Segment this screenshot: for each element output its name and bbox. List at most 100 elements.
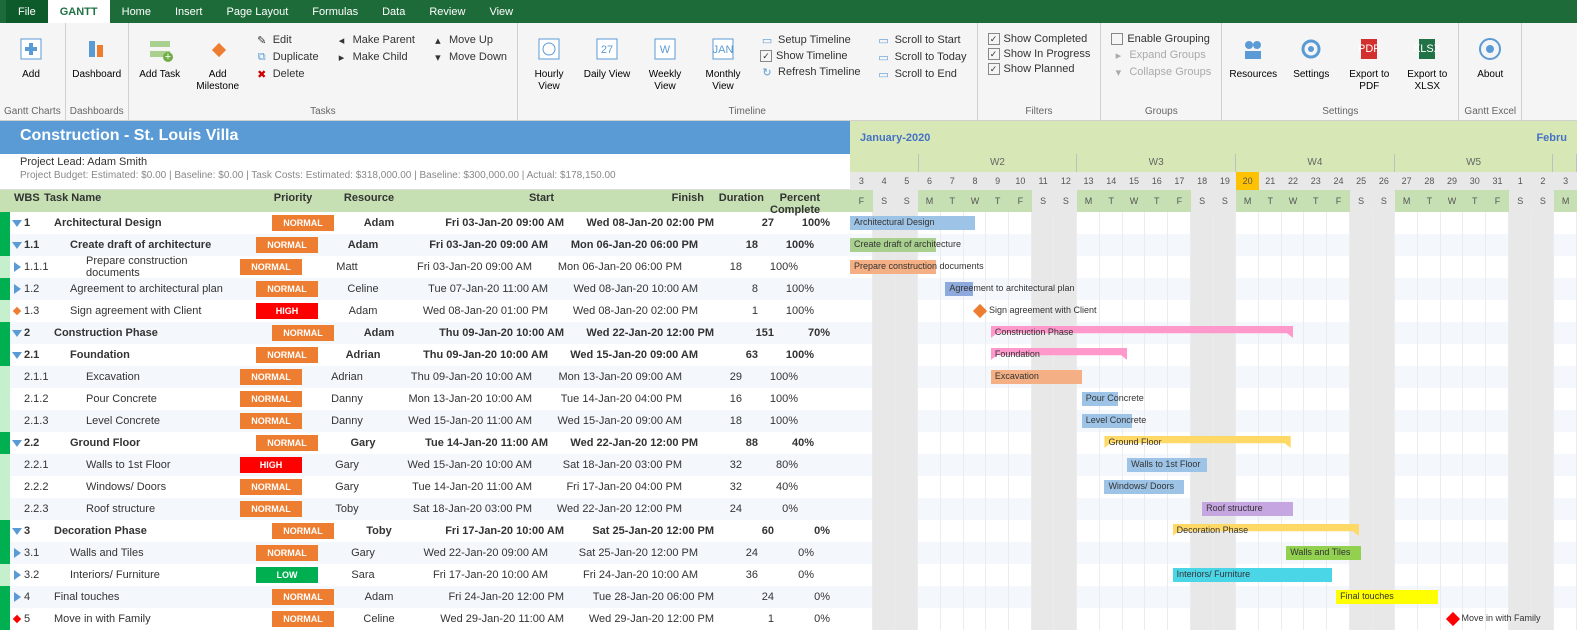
day-letter: W (1441, 190, 1464, 212)
project-lead: Project Lead: Adam Smith (20, 156, 830, 168)
hourly-view-button[interactable]: Hourly View (522, 29, 576, 97)
setup-timeline-button[interactable]: ▭Setup Timeline (760, 33, 861, 47)
show-planned-check[interactable]: Show Planned (988, 63, 1091, 75)
day-letter: F (1327, 190, 1350, 212)
refresh-timeline-button[interactable]: ↻Refresh Timeline (760, 65, 861, 79)
task-row[interactable]: 1Architectural DesignNORMALAdamFri 03-Ja… (0, 212, 1577, 234)
col-duration[interactable]: Duration (710, 192, 770, 204)
expand-icon[interactable] (10, 306, 24, 316)
day-num: 3 (1554, 172, 1577, 190)
day-num: 9 (986, 172, 1009, 190)
task-row[interactable]: 3Decoration PhaseNORMALTobyFri 17-Jan-20… (0, 520, 1577, 542)
add-task-button[interactable]: +Add Task (133, 29, 187, 85)
task-row[interactable]: 5Move in with FamilyNORMALCelineWed 29-J… (0, 608, 1577, 630)
weekly-view-button[interactable]: WWeekly View (638, 29, 692, 97)
task-row[interactable]: 2.1.3Level ConcreteNORMALDannyWed 15-Jan… (0, 410, 1577, 432)
tab-page-layout[interactable]: Page Layout (214, 0, 300, 23)
expand-icon[interactable] (10, 240, 24, 250)
tab-home[interactable]: Home (110, 0, 163, 23)
expand-icon[interactable] (10, 284, 24, 294)
task-row[interactable]: 1.2Agreement to architectural planNORMAL… (0, 278, 1577, 300)
day-num: 2 (1532, 172, 1555, 190)
priority-badge: NORMAL (272, 215, 334, 231)
tab-view[interactable]: View (477, 0, 525, 23)
day-letter: T (1304, 190, 1327, 212)
col-resource[interactable]: Resource (328, 192, 410, 204)
daily-view-button[interactable]: 27Daily View (580, 29, 634, 85)
tab-review[interactable]: Review (417, 0, 477, 23)
task-row[interactable]: 2.2.2Windows/ DoorsNORMALGaryTue 14-Jan-… (0, 476, 1577, 498)
expand-icon[interactable] (10, 328, 24, 338)
task-row[interactable]: 2.1.1ExcavationNORMALAdrianThu 09-Jan-20… (0, 366, 1577, 388)
expand-icon[interactable] (10, 548, 24, 558)
task-row[interactable]: 3.1Walls and TilesNORMALGaryWed 22-Jan-2… (0, 542, 1577, 564)
day-num: 18 (1191, 172, 1214, 190)
enable-grouping-check[interactable]: Enable Grouping (1111, 33, 1211, 45)
duplicate-button[interactable]: ⧉Duplicate (255, 50, 319, 64)
make-child-button[interactable]: ▸Make Child (335, 50, 415, 64)
add-button[interactable]: Add (4, 29, 58, 85)
resources-button[interactable]: Resources (1226, 29, 1280, 85)
col-wbs[interactable]: WBS (0, 192, 44, 204)
task-row[interactable]: 1.3Sign agreement with ClientHIGHAdamWed… (0, 300, 1577, 322)
tab-file[interactable]: File (6, 0, 48, 23)
col-priority[interactable]: Priority (258, 192, 328, 204)
expand-icon[interactable] (10, 262, 24, 272)
day-num: 30 (1463, 172, 1486, 190)
show-progress-check[interactable]: Show In Progress (988, 48, 1091, 60)
move-up-button[interactable]: ▴Move Up (431, 33, 507, 47)
col-start[interactable]: Start (410, 192, 560, 204)
expand-icon[interactable] (10, 438, 24, 448)
make-parent-button[interactable]: ◂Make Parent (335, 33, 415, 47)
task-row[interactable]: 2.2.1Walls to 1st FloorHIGHGaryWed 15-Ja… (0, 454, 1577, 476)
scroll-start-button[interactable]: ▭Scroll to Start (877, 33, 967, 47)
settings-button[interactable]: Settings (1284, 29, 1338, 85)
add-milestone-button[interactable]: Add Milestone (191, 29, 245, 97)
gantt-bar-label: Walls and Tiles (1290, 547, 1350, 557)
scroll-today-button[interactable]: ▭Scroll to Today (877, 50, 967, 64)
move-down-button[interactable]: ▾Move Down (431, 50, 507, 64)
task-row[interactable]: 1.1.1Prepare construction documentsNORMA… (0, 256, 1577, 278)
col-finish[interactable]: Finish (560, 192, 710, 204)
task-row[interactable]: 2.1.2Pour ConcreteNORMALDannyMon 13-Jan-… (0, 388, 1577, 410)
task-row[interactable]: 4Final touchesNORMALAdamFri 24-Jan-20 12… (0, 586, 1577, 608)
scroll-end-button[interactable]: ▭Scroll to End (877, 67, 967, 81)
svg-text:JAN: JAN (713, 44, 734, 56)
dashboard-button[interactable]: Dashboard (70, 29, 124, 85)
day-letter: F (850, 190, 873, 212)
about-button[interactable]: About (1463, 29, 1517, 85)
export-pdf-button[interactable]: PDFExport to PDF (1342, 29, 1396, 97)
day-letter: S (873, 190, 896, 212)
task-row[interactable]: 1.1Create draft of architectureNORMALAda… (0, 234, 1577, 256)
show-timeline-check[interactable]: Show Timeline (760, 50, 861, 62)
svg-text:W: W (660, 44, 671, 56)
task-row[interactable]: 2.2Ground FloorNORMALGaryTue 14-Jan-20 1… (0, 432, 1577, 454)
day-num: 29 (1441, 172, 1464, 190)
day-num: 7 (941, 172, 964, 190)
ribbon: Add Gantt Charts Dashboard Dashboards +A… (0, 23, 1577, 121)
show-completed-check[interactable]: Show Completed (988, 33, 1091, 45)
day-num: 11 (1032, 172, 1055, 190)
tab-gantt[interactable]: GANTT (48, 0, 110, 23)
task-name: Construction Phase (54, 327, 268, 339)
export-xlsx-button[interactable]: XLSXExport to XLSX (1400, 29, 1454, 97)
edit-button[interactable]: ✎Edit (255, 33, 319, 47)
task-row[interactable]: 2.2.3Roof structureNORMALTobySat 18-Jan-… (0, 498, 1577, 520)
expand-icon[interactable] (10, 526, 24, 536)
task-row[interactable]: 2Construction PhaseNORMALAdamThu 09-Jan-… (0, 322, 1577, 344)
expand-icon[interactable] (10, 218, 24, 228)
delete-button[interactable]: ✖Delete (255, 67, 319, 81)
tab-formulas[interactable]: Formulas (300, 0, 370, 23)
expand-icon[interactable] (10, 570, 24, 580)
day-num: 15 (1123, 172, 1146, 190)
expand-icon[interactable] (10, 350, 24, 360)
expand-icon[interactable] (10, 592, 24, 602)
tab-insert[interactable]: Insert (163, 0, 215, 23)
task-row[interactable]: 3.2Interiors/ FurnitureLOWSaraFri 17-Jan… (0, 564, 1577, 586)
task-row[interactable]: 2.1FoundationNORMALAdrianThu 09-Jan-20 1… (0, 344, 1577, 366)
tab-data[interactable]: Data (370, 0, 417, 23)
expand-icon[interactable] (10, 614, 24, 624)
monthly-view-button[interactable]: JANMonthly View (696, 29, 750, 97)
gantt-bar-label: Ground Floor (1108, 437, 1161, 447)
col-name[interactable]: Task Name (44, 192, 258, 204)
